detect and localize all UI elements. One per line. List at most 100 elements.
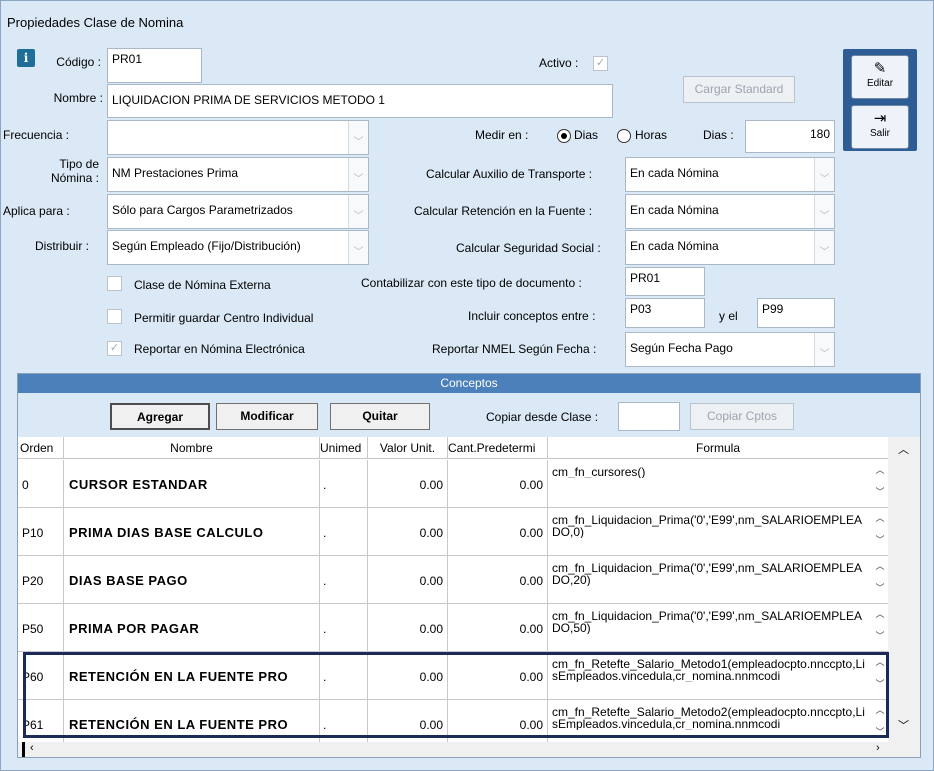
cell-valor[interactable]: 0.00 <box>368 556 448 603</box>
cell-valor[interactable]: 0.00 <box>368 604 448 651</box>
cell-nombre[interactable]: CURSOR ESTANDAR <box>64 460 320 507</box>
distribuir-label: Distribuir : <box>35 239 90 253</box>
cell-scroll-up-icon[interactable]: ︿ <box>874 560 886 572</box>
cell-orden[interactable]: P20 <box>18 556 64 603</box>
scroll-right-icon[interactable]: › <box>876 742 880 754</box>
cell-scroll-down-icon[interactable]: ﹀ <box>874 486 886 498</box>
table-row[interactable]: P20 DIAS BASE PAGO. 0.00 0.00 cm_fn_Liquidac… <box>18 556 888 604</box>
nmel-select[interactable]: Según Fecha Pago ﹀ <box>625 332 835 367</box>
cell-cant[interactable]: 0.00 <box>448 508 548 555</box>
medir-horas-radio[interactable] <box>617 129 631 143</box>
modificar-button[interactable]: Modificar <box>216 403 318 430</box>
cell-cant[interactable]: 0.00 <box>448 556 548 603</box>
permitir-checkbox[interactable] <box>107 309 122 324</box>
incluir-desde-input[interactable]: P03 <box>625 298 705 328</box>
col-header-valor[interactable]: Valor Unit. <box>368 437 448 459</box>
cell-nombre[interactable]: PRIMA POR PAGAR <box>64 604 320 651</box>
cell-scroll-down-icon[interactable]: ﹀ <box>874 678 886 690</box>
tipo-nomina-select[interactable]: NM Prestaciones Prima ﹀ <box>107 157 369 192</box>
cell-nombre[interactable]: PRIMA DIAS BASE CALCULO <box>64 508 320 555</box>
cell-scroll-up-icon[interactable]: ︿ <box>874 608 886 620</box>
codigo-input[interactable]: PR01 <box>107 48 202 83</box>
scroll-left-icon[interactable]: ‹ <box>30 742 34 754</box>
cell-orden[interactable]: P50 <box>18 604 64 651</box>
table-row[interactable]: 0 CURSOR ESTANDAR. 0.00 0.00 cm_fn_cursores(… <box>18 460 888 508</box>
cell-scroll-down-icon[interactable]: ﹀ <box>874 582 886 594</box>
cell-cant[interactable]: 0.00 <box>448 604 548 651</box>
cell-formula[interactable]: cm_fn_Retefte_Salario_Metodo1(empleadocp… <box>548 652 888 699</box>
cell-unimed[interactable]: . <box>320 460 368 507</box>
horizontal-scrollbar[interactable]: ‹ › <box>18 742 920 757</box>
col-header-nombre[interactable]: Nombre <box>64 437 320 459</box>
formula-text: cm_fn_Liquidacion_Prima('0','E99',nm_SAL… <box>552 514 862 538</box>
col-header-cant[interactable]: Cant.Predetermi <box>448 437 548 459</box>
clase-externa-checkbox[interactable] <box>107 276 122 291</box>
cell-unimed[interactable]: . <box>320 700 368 747</box>
reportar-checkbox[interactable]: ✓ <box>107 341 122 356</box>
dias-input[interactable]: 180 <box>745 120 835 153</box>
cell-formula[interactable]: cm_fn_cursores() ︿ ﹀ <box>548 460 888 507</box>
medir-horas-label: Horas <box>635 128 668 142</box>
cargar-standard-button[interactable]: Cargar Standard <box>683 76 795 103</box>
col-header-orden[interactable]: Orden <box>18 437 64 459</box>
table-row[interactable]: P60 RETENCIÓN EN LA FUENTE PRO. 0.00 0.00 cm… <box>18 652 888 700</box>
cell-nombre[interactable]: RETENCIÓN EN LA FUENTE PRO <box>64 700 320 747</box>
cell-orden[interactable]: P60 <box>18 652 64 699</box>
cell-unimed[interactable]: . <box>320 556 368 603</box>
seguridad-select[interactable]: En cada Nómina ﹀ <box>625 230 835 265</box>
cell-unimed[interactable]: . <box>320 652 368 699</box>
cell-unimed[interactable]: . <box>320 604 368 651</box>
cell-formula[interactable]: cm_fn_Liquidacion_Prima('0','E99',nm_SAL… <box>548 556 888 603</box>
cell-valor[interactable]: 0.00 <box>368 700 448 747</box>
scroll-down-icon[interactable]: ﹀ <box>898 717 909 733</box>
cell-valor[interactable]: 0.00 <box>368 652 448 699</box>
medir-dias-radio[interactable] <box>557 129 571 143</box>
frecuencia-select[interactable]: ﹀ <box>107 120 369 155</box>
cell-scroll-up-icon[interactable]: ︿ <box>874 656 886 668</box>
cell-cant[interactable]: 0.00 <box>448 700 548 747</box>
copiar-cptos-button[interactable]: Copiar Cptos <box>690 403 794 430</box>
info-icon[interactable]: i <box>17 49 35 67</box>
copiar-clase-input[interactable] <box>618 402 680 431</box>
auxilio-label: Calcular Auxilio de Transporte : <box>426 167 593 181</box>
auxilio-select[interactable]: En cada Nómina ﹀ <box>625 157 835 192</box>
aplica-select[interactable]: Sólo para Cargos Parametrizados ﹀ <box>107 194 369 229</box>
activo-checkbox[interactable]: ✓ <box>593 56 608 71</box>
cell-nombre[interactable]: RETENCIÓN EN LA FUENTE PRO <box>64 652 320 699</box>
agregar-button[interactable]: Agregar <box>110 403 210 430</box>
cell-scroll-down-icon[interactable]: ﹀ <box>874 534 886 546</box>
cell-formula[interactable]: cm_fn_Liquidacion_Prima('0','E99',nm_SAL… <box>548 604 888 651</box>
cell-orden[interactable]: 0 <box>18 460 64 507</box>
cell-formula[interactable]: cm_fn_Retefte_Salario_Metodo2(empleadocp… <box>548 700 888 747</box>
cell-valor[interactable]: 0.00 <box>368 460 448 507</box>
cell-orden[interactable]: P10 <box>18 508 64 555</box>
cell-unimed[interactable]: . <box>320 508 368 555</box>
cell-cant[interactable]: 0.00 <box>448 652 548 699</box>
cell-scroll-up-icon[interactable]: ︿ <box>874 464 886 476</box>
scroll-up-icon[interactable]: ︿ <box>898 441 909 457</box>
editar-button[interactable]: ✎ Editar <box>851 55 909 99</box>
cell-scroll-down-icon[interactable]: ﹀ <box>874 726 886 738</box>
cell-formula[interactable]: cm_fn_Liquidacion_Prima('0','E99',nm_SAL… <box>548 508 888 555</box>
table-row[interactable]: P50 PRIMA POR PAGAR. 0.00 0.00 cm_fn_Liquida… <box>18 604 888 652</box>
cell-nombre[interactable]: DIAS BASE PAGO <box>64 556 320 603</box>
salir-button[interactable]: ⇥ Salir <box>851 105 909 149</box>
retencion-select[interactable]: En cada Nómina ﹀ <box>625 194 835 229</box>
vertical-scrollbar[interactable]: ︿ ﹀ <box>888 437 920 742</box>
distribuir-select[interactable]: Según Empleado (Fijo/Distribución) ﹀ <box>107 230 369 265</box>
table-row[interactable]: P10 PRIMA DIAS BASE CALCULO. 0.00 0.00 cm_fn… <box>18 508 888 556</box>
col-header-unimed[interactable]: Unimed <box>320 437 368 459</box>
incluir-hasta-input[interactable]: P99 <box>757 298 835 328</box>
cell-valor[interactable]: 0.00 <box>368 508 448 555</box>
col-header-formula[interactable]: Formula <box>548 437 888 459</box>
nombre-input[interactable]: LIQUIDACION PRIMA DE SERVICIOS METODO 1 <box>107 84 613 118</box>
cell-orden[interactable]: P61 <box>18 700 64 747</box>
cell-scroll-up-icon[interactable]: ︿ <box>874 704 886 716</box>
cell-scroll-down-icon[interactable]: ﹀ <box>874 630 886 642</box>
quitar-button[interactable]: Quitar <box>330 403 430 430</box>
formula-text: cm_fn_cursores() <box>552 466 646 478</box>
contabilizar-input[interactable]: PR01 <box>625 267 705 296</box>
table-row[interactable]: P61 RETENCIÓN EN LA FUENTE PRO. 0.00 0.00 cm… <box>18 700 888 748</box>
cell-scroll-up-icon[interactable]: ︿ <box>874 512 886 524</box>
cell-cant[interactable]: 0.00 <box>448 460 548 507</box>
